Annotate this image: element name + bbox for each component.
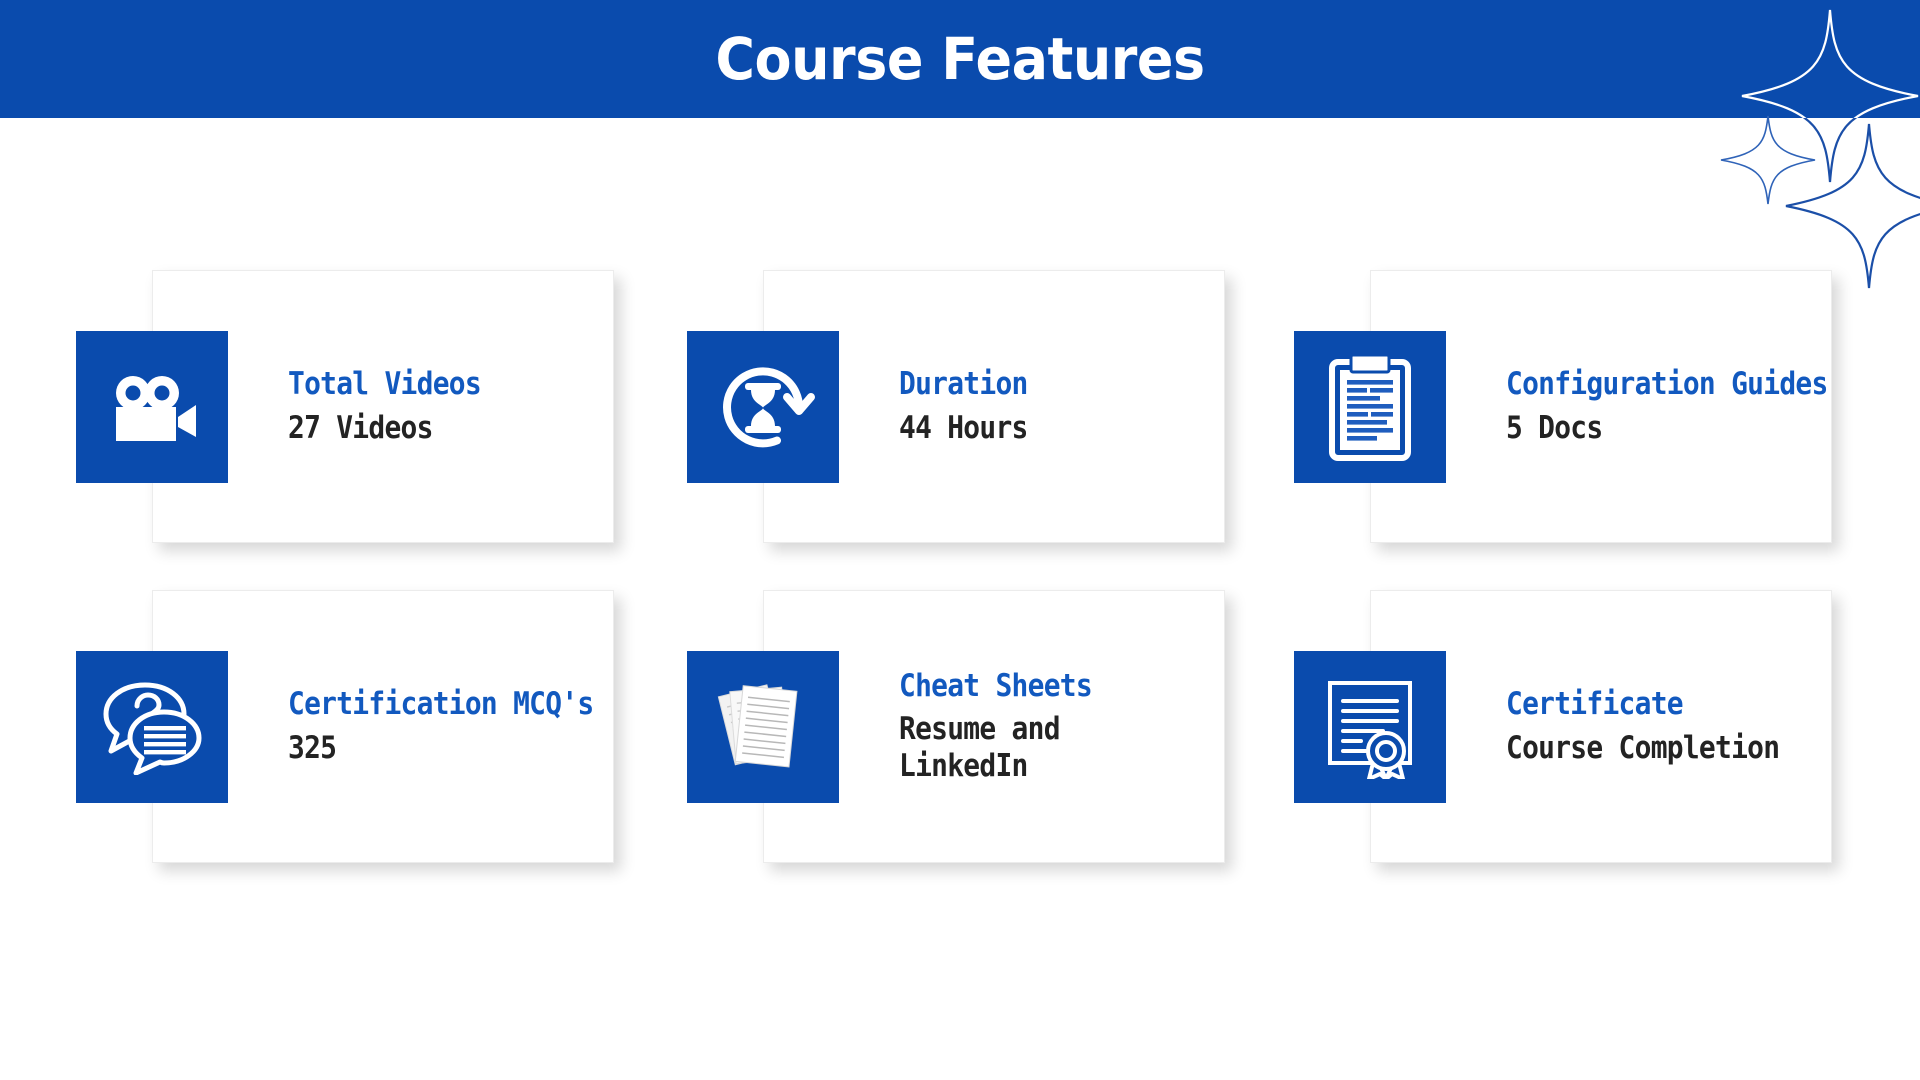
card-title: Certificate (1506, 685, 1684, 722)
feature-card-certificate[interactable]: Certificate Course Completion (1294, 590, 1840, 865)
chat-bubbles-question-icon (76, 651, 228, 803)
feature-row-2: Certification MCQ's 325 Cheat Sheets Res… (0, 590, 1920, 910)
page-title: Course Features (715, 25, 1205, 93)
card-text-block: Duration 44 Hours (899, 270, 1229, 543)
card-value: 27 Videos (288, 409, 433, 446)
card-text-block: Certification MCQ's 325 (288, 590, 618, 863)
card-text-block: Total Videos 27 Videos (288, 270, 618, 543)
hourglass-refresh-icon (687, 331, 839, 483)
feature-card-configuration-guides[interactable]: Configuration Guides 5 Docs (1294, 270, 1840, 545)
card-value: Course Completion (1506, 729, 1780, 766)
feature-card-certification-mcqs[interactable]: Certification MCQ's 325 (76, 590, 622, 865)
card-value: 5 Docs (1506, 409, 1603, 446)
feature-card-duration[interactable]: Duration 44 Hours (687, 270, 1233, 545)
feature-card-cheat-sheets[interactable]: Cheat Sheets Resume and LinkedIn (687, 590, 1233, 865)
card-text-block: Certificate Course Completion (1506, 590, 1836, 863)
feature-row-1: Total Videos 27 Videos Duration 44 Hours (0, 270, 1920, 590)
clipboard-document-icon (1294, 331, 1446, 483)
sparkle-medium-bottom-icon (1784, 122, 1920, 290)
page-header: Course Features (0, 0, 1920, 118)
card-title: Total Videos (288, 365, 482, 402)
sparkle-small-left-icon (1720, 115, 1816, 205)
card-text-block: Configuration Guides 5 Docs (1506, 270, 1836, 543)
card-value: 325 (288, 729, 337, 766)
certificate-ribbon-icon (1294, 651, 1446, 803)
card-title: Configuration Guides (1506, 365, 1828, 402)
feature-card-total-videos[interactable]: Total Videos 27 Videos (76, 270, 622, 545)
card-value: Resume and LinkedIn (899, 711, 1060, 784)
stacked-papers-icon (687, 651, 839, 803)
card-title: Certification MCQ's (288, 685, 594, 722)
video-camera-icon (76, 331, 228, 483)
card-value: 44 Hours (899, 409, 1028, 446)
card-text-block: Cheat Sheets Resume and LinkedIn (899, 590, 1229, 863)
card-title: Duration (899, 365, 1028, 402)
card-title: Cheat Sheets (899, 667, 1093, 704)
course-features-grid: Total Videos 27 Videos Duration 44 Hours (0, 270, 1920, 910)
